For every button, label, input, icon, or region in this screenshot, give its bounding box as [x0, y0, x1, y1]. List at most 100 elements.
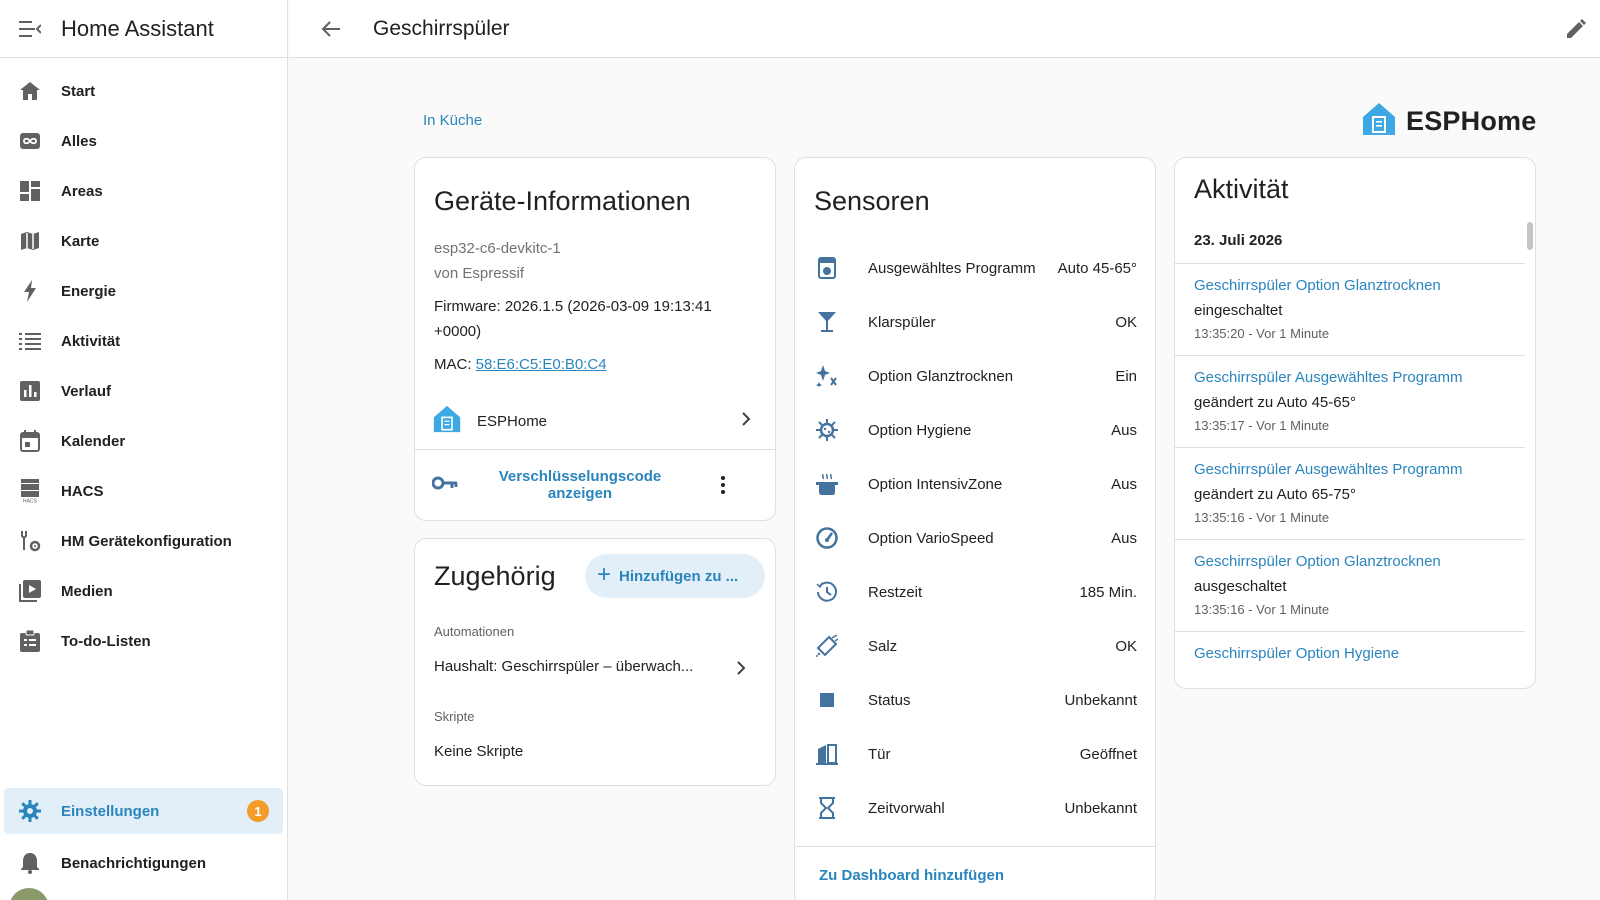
activity-entity-link[interactable]: Geschirrspüler Ausgewähltes Programm — [1194, 460, 1525, 480]
door-open-icon — [815, 742, 839, 766]
integration-name: ESPHome — [477, 413, 548, 430]
sensor-name: Option Glanztrocknen — [868, 367, 1014, 385]
sensor-value: Aus — [1111, 529, 1137, 547]
show-encryption-key-button[interactable]: Verschlüsselungscode anzeigen — [475, 468, 685, 502]
activity-time: 13:35:16 - Vor 1 Minute — [1194, 602, 1330, 617]
sidebar-item-medien[interactable]: Medien — [0, 566, 287, 616]
history-icon — [815, 580, 839, 604]
more-vert-icon[interactable] — [715, 476, 731, 494]
sensor-name: Zeitvorwahl — [868, 799, 945, 817]
add-to-dashboard-button[interactable]: Zu Dashboard hinzufügen — [819, 867, 1004, 884]
device-manufacturer: von Espressif — [434, 265, 525, 282]
brand-name: ESPHome — [1406, 106, 1537, 136]
action-label-line-2: anzeigen — [547, 485, 613, 502]
pencil-icon[interactable] — [1564, 17, 1588, 41]
sidebar-item-aktivitaet[interactable]: Aktivität — [0, 316, 287, 366]
activity-entity-link[interactable]: Geschirrspüler Option Hygiene — [1194, 644, 1525, 664]
activity-list: Geschirrspüler Option Glanztrocknen eing… — [1175, 263, 1525, 688]
sidebar-item-label: Start — [61, 82, 96, 100]
sensor-value: Aus — [1111, 421, 1137, 439]
svg-text:HACS: HACS — [23, 499, 38, 504]
activity-scrollbar[interactable] — [1527, 222, 1533, 250]
sidebar-item-karte[interactable]: Karte — [0, 216, 287, 266]
sensor-row-tuer[interactable]: Tür Geöffnet — [795, 727, 1155, 781]
sparkle-icon — [815, 364, 839, 388]
activity-entity-link[interactable]: Geschirrspüler Ausgewähltes Programm — [1194, 368, 1525, 388]
firmware-line-1: Firmware: 2026.1.5 (2026-03-09 19:13:41 — [434, 298, 712, 315]
sensor-name: Option Hygiene — [868, 421, 972, 439]
activity-entity-link[interactable]: Geschirrspüler Option Glanztrocknen — [1194, 276, 1525, 296]
area-link[interactable]: In Küche — [423, 112, 482, 129]
sensor-row-klarspueler[interactable]: Klarspüler OK — [795, 295, 1155, 349]
sensor-name: Ausgewähltes Programm — [868, 259, 1036, 277]
hourglass-icon — [815, 796, 839, 820]
automations-section-label: Automationen — [434, 624, 515, 639]
sensor-row-option-glanztrocknen[interactable]: Option Glanztrocknen Ein — [795, 349, 1155, 403]
esphome-logo-icon — [433, 405, 461, 438]
device-details: esp32-c6-devkitc-1 von Espressif Firmwar… — [434, 236, 712, 377]
sensor-row-zeitvorwahl[interactable]: Zeitvorwahl Unbekannt — [795, 781, 1155, 835]
mac-row: MAC: 58:E6:C5:E0:B0:C4 — [434, 352, 712, 377]
sensor-row-option-variospeed[interactable]: Option VarioSpeed Aus — [795, 511, 1155, 565]
sidebar-item-kalender[interactable]: Kalender — [0, 416, 287, 466]
sidebar-item-areas[interactable]: Areas — [0, 166, 287, 216]
sidebar-item-label: To-do-Listen — [61, 632, 151, 650]
sensor-value: OK — [1115, 313, 1137, 331]
card-title: Zugehörig — [434, 561, 556, 591]
automation-item[interactable]: Haushalt: Geschirrspüler – überwach... — [434, 658, 754, 675]
sensor-row-ausgewaehltes-programm[interactable]: Ausgewähltes Programm Auto 45-65° — [795, 241, 1155, 295]
sidebar-item-todo-listen[interactable]: To-do-Listen — [0, 616, 287, 666]
sidebar-item-einstellungen[interactable]: Einstellungen 1 — [4, 788, 283, 834]
firmware-line-2: +0000) — [434, 323, 482, 340]
activity-time: 13:35:17 - Vor 1 Minute — [1194, 418, 1330, 433]
sidebar-item-benachrichtigungen[interactable]: Benachrichtigungen — [0, 838, 287, 888]
sensor-value: Unbekannt — [1064, 691, 1137, 709]
activity-time: 13:35:20 - Vor 1 Minute — [1194, 326, 1330, 341]
page-title: Geschirrspüler — [373, 16, 510, 40]
plus-icon: + — [597, 561, 612, 588]
sensor-value: Ein — [1115, 367, 1137, 385]
sidebar-item-label: HM Gerätekonfiguration — [61, 532, 232, 550]
sensor-row-status[interactable]: Status Unbekannt — [795, 673, 1155, 727]
app-title: Home Assistant — [61, 15, 214, 41]
sidebar-item-hm-geraetekonfiguration[interactable]: HM Gerätekonfiguration — [0, 516, 287, 566]
sidebar-item-label: Areas — [61, 182, 103, 200]
sensor-name: Tür — [868, 745, 891, 763]
list-icon — [18, 329, 42, 353]
add-to-label: Hinzufügen zu ... — [619, 567, 739, 585]
sidebar-item-energie[interactable]: Energie — [0, 266, 287, 316]
activity-entry: Geschirrspüler Option Glanztrocknen eing… — [1175, 263, 1525, 355]
sensor-name: Option IntensivZone — [868, 475, 1003, 493]
sidebar-item-verlauf[interactable]: Verlauf — [0, 366, 287, 416]
sensor-row-option-intensivzone[interactable]: Option IntensivZone Aus — [795, 457, 1155, 511]
card-title: Geräte-Informationen — [434, 186, 691, 216]
user-avatar[interactable] — [9, 888, 49, 900]
sidebar-item-start[interactable]: Start — [0, 66, 287, 116]
activity-entry: Geschirrspüler Option Hygiene — [1175, 631, 1525, 688]
sidebar-item-alles[interactable]: Alles — [0, 116, 287, 166]
sensor-row-restzeit[interactable]: Restzeit 185 Min. — [795, 565, 1155, 619]
activity-message: ausgeschaltet — [1194, 578, 1287, 595]
activity-message: geändert zu Auto 45-65° — [1194, 394, 1356, 411]
device-info-card: Geräte-Informationen esp32-c6-devkitc-1 … — [414, 157, 776, 521]
sensor-row-option-hygiene[interactable]: Option Hygiene Aus — [795, 403, 1155, 457]
chevron-right-icon — [736, 661, 746, 679]
sensor-value: Aus — [1111, 475, 1137, 493]
back-arrow-icon[interactable] — [319, 17, 343, 41]
home-icon — [18, 79, 42, 103]
calendar-icon — [18, 429, 42, 453]
pot-steam-icon — [815, 472, 839, 496]
mac-address-link[interactable]: 58:E6:C5:E0:B0:C4 — [476, 356, 607, 373]
automation-name: Haushalt: Geschirrspüler – überwach... — [434, 658, 694, 675]
activity-entry: Geschirrspüler Ausgewähltes Programm geä… — [1175, 355, 1525, 447]
integration-link-esphome[interactable]: ESPHome — [415, 394, 775, 450]
stop-icon — [815, 688, 839, 712]
activity-entity-link[interactable]: Geschirrspüler Option Glanztrocknen — [1194, 552, 1525, 572]
sidebar-item-hacs[interactable]: HACS HACS — [0, 466, 287, 516]
add-to-button[interactable]: + Hinzufügen zu ... — [585, 554, 765, 598]
lightning-icon — [18, 279, 42, 303]
sensor-value: Auto 45-65° — [1057, 259, 1137, 277]
sensor-row-salz[interactable]: Salz OK — [795, 619, 1155, 673]
menu-toggle-icon[interactable] — [18, 17, 42, 41]
sensor-value: Unbekannt — [1064, 799, 1137, 817]
